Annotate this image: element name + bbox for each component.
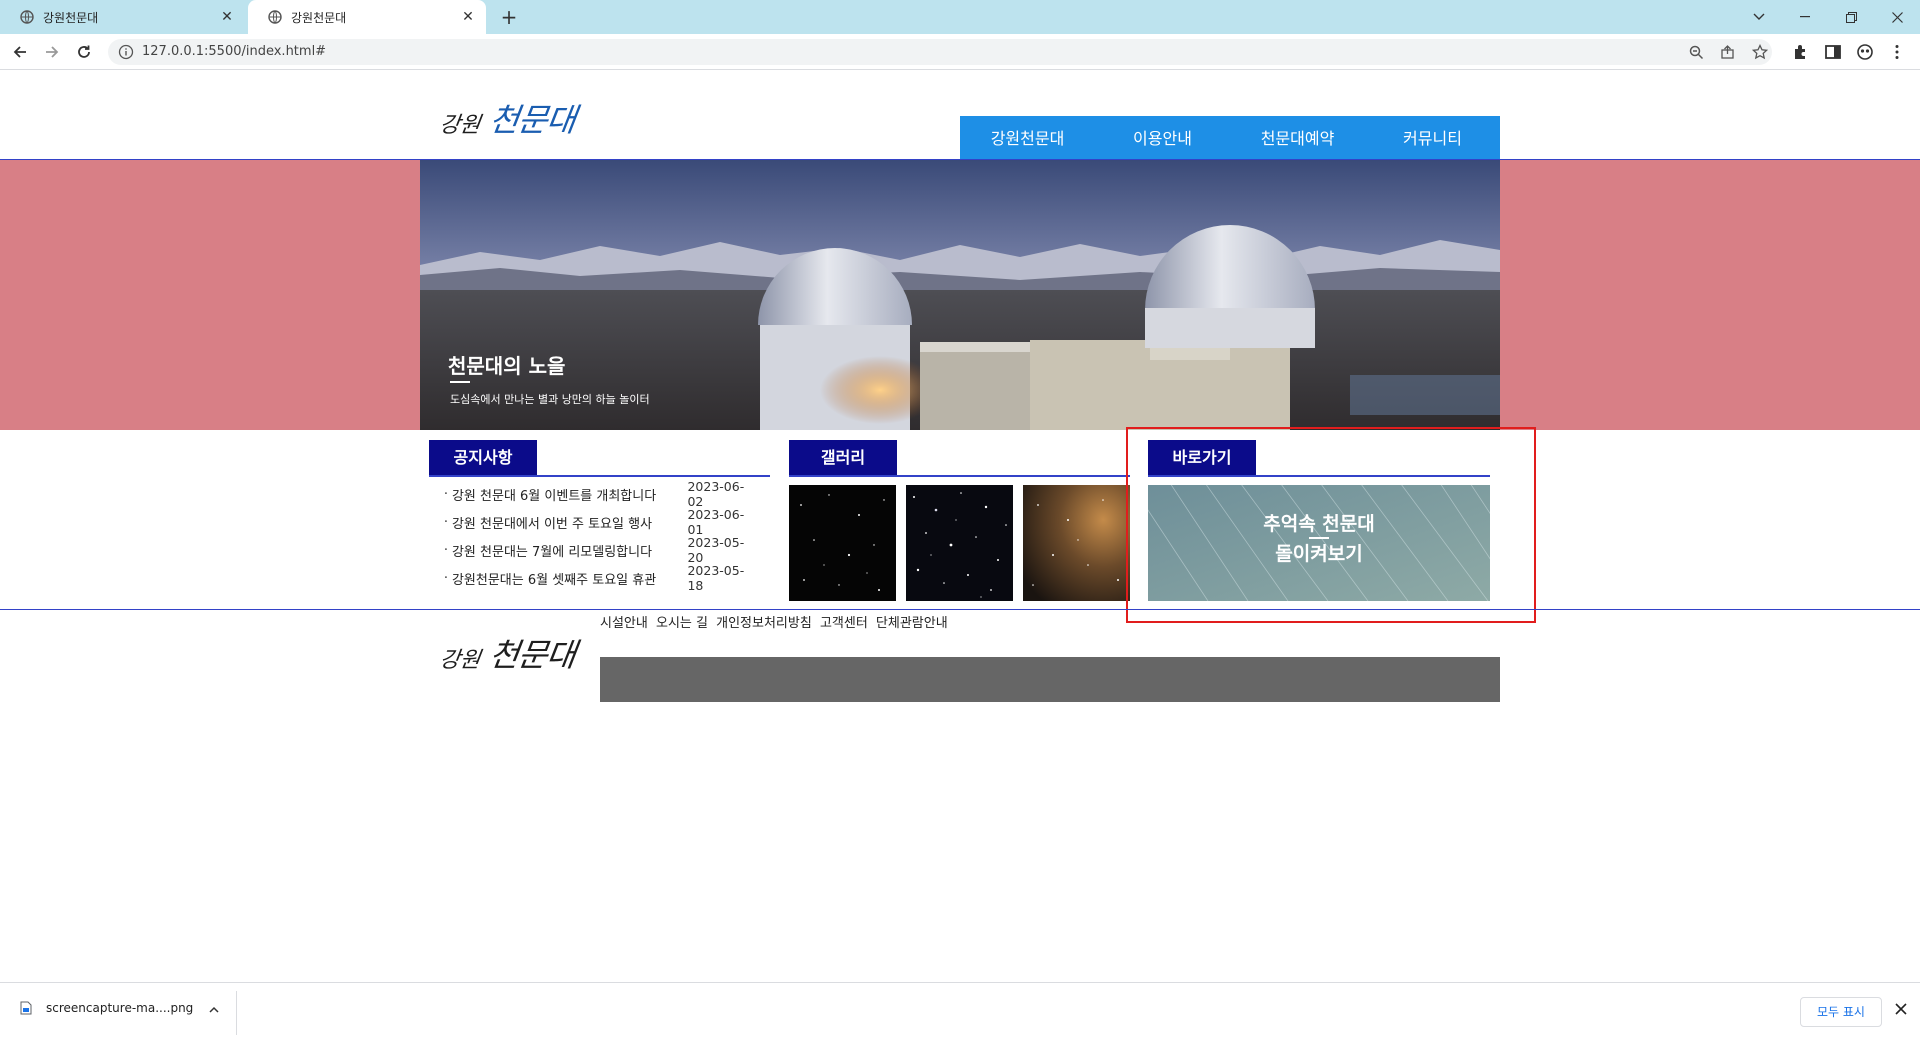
zoom-icon[interactable] [1688, 44, 1704, 60]
notice-title-rule [429, 475, 770, 477]
notice-text[interactable]: 강원 천문대에서 이번 주 토요일 행사 [452, 513, 678, 532]
notice-list: · 강원 천문대 6월 이벤트를 개최합니다 2023-06-02 · 강원 천… [440, 479, 760, 593]
nav-item-observatory[interactable]: 강원천문대 [960, 116, 1095, 161]
notice-date: 2023-06-02 [687, 479, 745, 509]
close-download-bar-icon[interactable] [1892, 1001, 1910, 1019]
extensions-icon[interactable] [1792, 43, 1810, 61]
notice-date: 2023-05-20 [687, 535, 745, 565]
footer-links: 시설안내 오시는 길 개인정보처리방침 고객센터 단체관람안내 [600, 612, 952, 631]
image-file-icon [20, 1001, 32, 1015]
tab-strip: 강원천문대 ✕ 강원천문대 ✕ + [0, 0, 1920, 34]
gallery-image-3[interactable] [1023, 485, 1130, 601]
main-visual: 천문대의 노을 도심속에서 만나는 별과 낭만의 하늘 놀이터 [420, 160, 1500, 430]
show-all-button[interactable]: 모두 표시 [1800, 997, 1882, 1027]
globe-icon [20, 10, 34, 24]
bullet-icon: · [443, 542, 449, 558]
gallery-section-header: 갤러리 [789, 440, 1130, 477]
tab-title: 강원천문대 [291, 10, 347, 25]
notice-date: 2023-05-18 [687, 563, 745, 593]
footer-logo-big-text: 천문대 [487, 636, 578, 674]
bookmark-star-icon[interactable] [1752, 44, 1768, 60]
globe-icon [268, 10, 282, 24]
restore-button[interactable] [1828, 0, 1874, 34]
bullet-icon: · [443, 514, 449, 530]
visual-title-divider [450, 381, 470, 383]
new-tab-button[interactable]: + [498, 6, 520, 28]
footer-link-directions[interactable]: 오시는 길 [656, 616, 708, 631]
footer-link-privacy[interactable]: 개인정보처리방침 [716, 616, 812, 631]
notice-text[interactable]: 강원천문대는 6월 셋째주 토요일 휴관 [452, 569, 678, 588]
observatory-photo [420, 160, 1500, 430]
notice-item[interactable]: · 강원 천문대는 7월에 리모델링합니다 2023-05-20 [440, 535, 760, 565]
tab-title: 강원천문대 [43, 10, 99, 25]
side-panel-icon[interactable] [1824, 43, 1842, 61]
gallery-title[interactable]: 갤러리 [789, 440, 897, 476]
back-button[interactable] [8, 40, 32, 64]
notice-item[interactable]: · 강원천문대는 6월 셋째주 토요일 휴관 2023-05-18 [440, 563, 760, 593]
visual-subtitle: 도심속에서 만나는 별과 낭만의 하늘 놀이터 [450, 393, 650, 406]
notice-section-header: 공지사항 [429, 440, 770, 477]
download-separator [236, 991, 237, 1035]
nav-item-reservation[interactable]: 천문대예약 [1230, 116, 1365, 161]
download-bar: screencapture-ma....png 모두 표시 [0, 982, 1920, 1040]
nav-item-community[interactable]: 커뮤니티 [1365, 116, 1500, 161]
url-text: 127.0.0.1:5500/index.html# [142, 44, 327, 59]
notice-item[interactable]: · 강원 천문대 6월 이벤트를 개최합니다 2023-06-02 [440, 479, 760, 509]
tab-search-icon[interactable] [1736, 0, 1782, 34]
close-window-button[interactable] [1874, 0, 1920, 34]
tab-1[interactable]: 강원천문대 ✕ [0, 0, 245, 34]
download-filename: screencapture-ma....png [46, 1001, 194, 1015]
gallery-image-2[interactable] [906, 485, 1013, 601]
logo-big-text: 천문대 [487, 101, 578, 139]
gallery-title-rule [789, 475, 1130, 477]
chevron-up-icon[interactable] [206, 1001, 222, 1017]
more-menu-icon[interactable] [1888, 43, 1906, 61]
browser-toolbar: 127.0.0.1:5500/index.html# [0, 34, 1920, 70]
footer-link-group-tour[interactable]: 단체관람안내 [876, 616, 948, 631]
notice-date: 2023-06-01 [687, 507, 745, 537]
profile-icon[interactable] [1856, 43, 1874, 61]
main-nav: 강원천문대 이용안내 천문대예약 커뮤니티 [960, 116, 1500, 161]
footer-logo-small-text: 강원 [437, 648, 482, 673]
bullet-icon: · [443, 570, 449, 586]
close-tab-icon[interactable]: ✕ [219, 9, 235, 25]
notice-text[interactable]: 강원 천문대는 7월에 리모델링합니다 [452, 541, 678, 560]
footer-link-facility[interactable]: 시설안내 [600, 616, 648, 631]
footer-link-support[interactable]: 고객센터 [820, 616, 868, 631]
bullet-icon: · [443, 486, 449, 502]
site-info-icon[interactable] [118, 44, 134, 60]
footer-divider [0, 609, 1920, 610]
close-tab-icon[interactable]: ✕ [460, 9, 476, 25]
footer-logo[interactable]: 강원 천문대 [437, 628, 590, 674]
notice-item[interactable]: · 강원 천문대에서 이번 주 토요일 행사 2023-06-01 [440, 507, 760, 537]
gallery-image-1[interactable] [789, 485, 896, 601]
site-logo[interactable]: 강원 천문대 [437, 93, 590, 139]
visual-title: 천문대의 노을 [448, 354, 566, 378]
share-icon[interactable] [1720, 44, 1736, 60]
logo-small-text: 강원 [437, 113, 482, 138]
highlight-annotation-box [1126, 427, 1536, 623]
notice-title[interactable]: 공지사항 [429, 440, 537, 476]
reload-button[interactable] [72, 40, 96, 64]
forward-button[interactable] [40, 40, 64, 64]
notice-text[interactable]: 강원 천문대 6월 이벤트를 개최합니다 [452, 485, 678, 504]
download-item[interactable]: screencapture-ma....png [20, 1001, 193, 1015]
address-bar[interactable]: 127.0.0.1:5500/index.html# [108, 39, 1772, 65]
minimize-button[interactable] [1782, 0, 1828, 34]
web-page: 강원 천문대 강원천문대 이용안내 천문대예약 커뮤니티 천문대의 노을 도심속… [0, 71, 1920, 982]
footer-info-box [600, 657, 1500, 702]
nav-item-guide[interactable]: 이용안내 [1095, 116, 1230, 161]
tab-2-active[interactable]: 강원천문대 ✕ [248, 0, 486, 34]
